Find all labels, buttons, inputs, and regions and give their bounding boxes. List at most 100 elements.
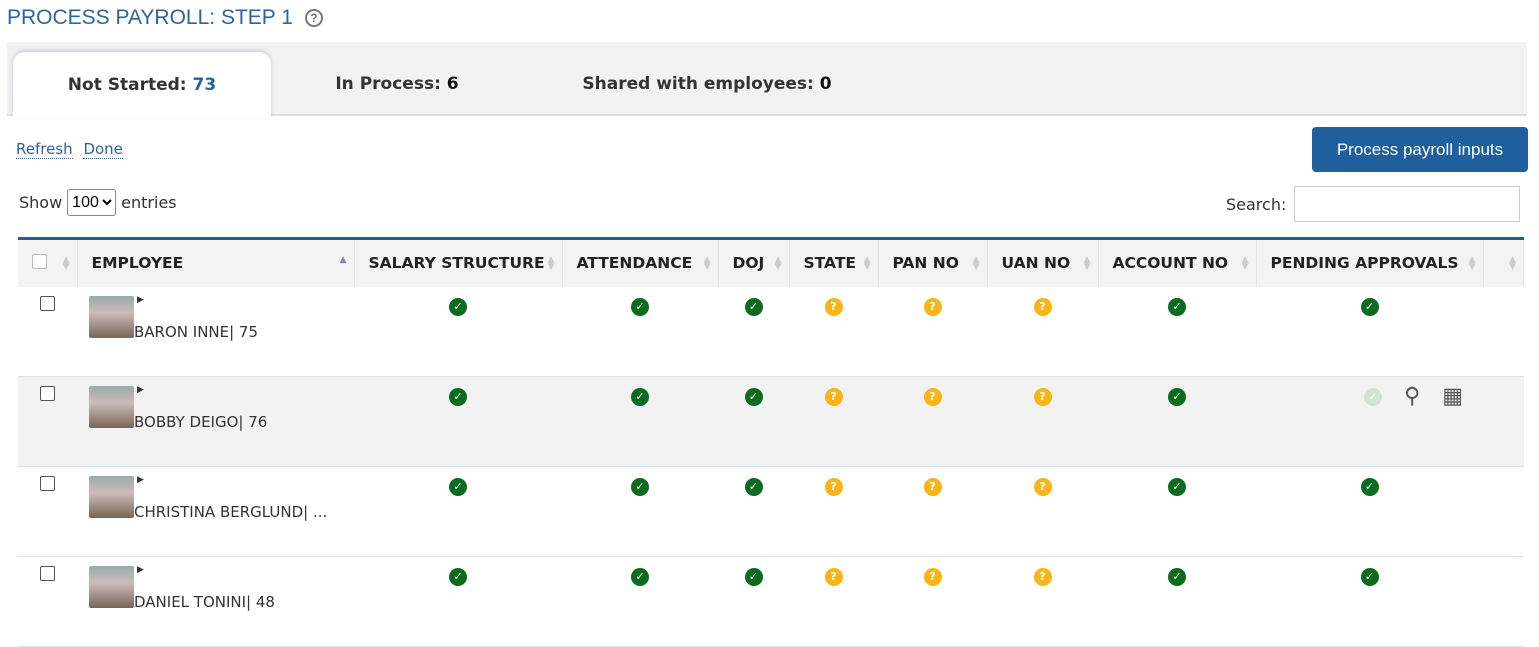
account-no-cell: ✓ [1098,286,1256,377]
caret-right-icon[interactable]: ▶ [137,565,144,575]
employee-name[interactable]: CHRISTINA BERGLUND| ... [134,503,327,521]
question-circle-icon: ? [1033,478,1052,496]
pan-no-cell: ? [878,556,987,647]
process-payroll-inputs-button[interactable]: Process payroll inputs [1312,127,1528,172]
question-circle-icon: ? [824,478,843,496]
col-label: PENDING APPROVALS [1270,254,1459,273]
calendar-icon[interactable]: ▦ [1442,384,1463,409]
check-circle-icon: ✓ [1168,568,1186,586]
check-circle-icon: ✓ [449,478,467,496]
col-doj[interactable]: DOJ ▲ ▼ [718,238,790,287]
employee-cell: ▶ CHRISTINA BERGLUND| ... [77,466,354,557]
col-label: UAN NO [1001,254,1071,273]
check-circle-icon: ✓ [1360,568,1379,586]
row-checkbox[interactable] [40,295,55,311]
pending-approvals-cell: ✓ ⚲ ▦ [1256,376,1483,467]
done-link[interactable]: Done [83,140,123,159]
col-state[interactable]: STATE ▲ ▼ [789,238,879,287]
employee-name[interactable]: BARON INNE| 75 [134,323,258,341]
page-title: PROCESS PAYROLL: STEP 1? [7,6,323,30]
uan-no-cell: ? [987,556,1098,647]
salary-structure-cell: ✓ [354,376,562,467]
page-title-text: PROCESS PAYROLL: STEP 1 [7,6,293,29]
sort-icon[interactable]: ▲ ▼ [1084,256,1091,272]
col-attendance[interactable]: ATTENDANCE ▲ ▼ [562,238,719,287]
select-all-header[interactable]: ▲ ▼ [18,238,78,287]
question-circle-icon: ? [824,297,843,316]
table-row[interactable]: ▶ BARON INNE| 75 ✓ ✓ ✓??? ✓ ✓ [18,286,1524,377]
sort-icon[interactable]: ▲ ▼ [63,256,70,272]
table-row[interactable]: ▶ CHRISTINA BERGLUND| ... ✓ ✓ ✓??? ✓ ✓ [18,466,1524,557]
col-salary-structure[interactable]: SALARY STRUCTURE ▲ ▼ [354,238,563,287]
sort-asc-icon[interactable]: ▲ [340,256,347,265]
select-all-checkbox[interactable] [32,253,47,269]
employee-name[interactable]: DANIEL TONINI| 48 [134,593,275,611]
row-select-cell [18,556,77,647]
col-employee[interactable]: EMPLOYEE ▲ [77,238,355,287]
sort-icon[interactable]: ▲ ▼ [548,256,555,272]
check-circle-icon: ✓ [1364,388,1383,406]
col-pan-no[interactable]: PAN NO ▲ ▼ [878,238,988,287]
check-circle-icon: ✓ [744,388,763,406]
tab-label: In Process: [335,74,441,94]
sort-icon[interactable]: ▲ ▼ [1469,256,1476,272]
caret-right-icon[interactable]: ▶ [137,295,144,305]
check-circle-icon: ✓ [1168,478,1186,496]
col-label: ATTENDANCE [576,254,693,273]
col-actions[interactable]: ▲ ▼ [1483,238,1524,287]
col-label: DOJ [732,254,765,273]
check-circle-icon: ✓ [1168,297,1186,316]
caret-right-icon[interactable]: ▶ [137,385,144,395]
col-pending-approvals[interactable]: PENDING APPROVALS ▲ ▼ [1256,238,1484,287]
tab-count: 6 [446,74,459,94]
question-circle-icon: ? [1033,568,1052,586]
doj-cell: ✓ [718,466,789,557]
table-row[interactable]: ▶ DANIEL TONINI| 48 ✓ ✓ ✓??? ✓ ✓ [18,556,1524,647]
row-checkbox[interactable] [40,476,55,491]
sort-icon[interactable]: ▲ ▼ [864,256,871,272]
tab-shared[interactable]: Shared with employees: 0 [537,52,877,116]
uan-no-cell: ? [987,376,1098,467]
status-tabs: Not Started: 73 In Process: 6 Shared wit… [7,42,1527,118]
sort-icon[interactable]: ▲ ▼ [973,256,980,272]
avatar [89,476,134,518]
caret-right-icon[interactable]: ▶ [137,475,144,485]
actions-cell [1483,286,1524,377]
check-circle-icon: ✓ [631,478,649,496]
check-circle-icon: ✓ [631,297,649,316]
entries-select[interactable]: 100 [67,189,117,216]
employee-table: ▲ ▼ EMPLOYEE ▲ SALARY STRUCTURE ▲ ▼ ATTENDAN… [18,237,1524,647]
check-circle-icon: ✓ [449,297,467,316]
avatar [89,386,134,428]
employee-name[interactable]: BOBBY DEIGO| 76 [134,413,267,431]
account-no-cell: ✓ [1098,376,1256,467]
sort-icon[interactable]: ▲ ▼ [1242,256,1249,272]
doj-cell: ✓ [718,556,789,647]
tab-not-started[interactable]: Not Started: 73 [13,52,271,118]
check-circle-icon: ✓ [449,568,467,586]
pending-approvals-cell: ✓ [1256,286,1483,377]
binoculars-icon[interactable]: ⚲ [1404,384,1420,409]
tab-count: 0 [819,74,832,94]
row-checkbox[interactable] [40,386,55,401]
tab-in-process[interactable]: In Process: 6 [287,52,507,116]
employee-cell: ▶ BARON INNE| 75 [77,286,354,377]
help-icon[interactable]: ? [304,9,323,27]
row-checkbox[interactable] [40,566,55,581]
doj-cell: ✓ [718,376,789,467]
sort-icon[interactable]: ▲ ▼ [704,256,711,272]
refresh-link[interactable]: Refresh [16,140,73,159]
entries-label: entries [121,193,177,212]
check-circle-icon: ✓ [449,388,467,406]
col-uan-no[interactable]: UAN NO ▲ ▼ [987,238,1099,287]
sort-icon[interactable]: ▲ ▼ [775,256,782,272]
tab-label: Shared with employees: [582,74,814,94]
doj-cell: ✓ [718,286,789,377]
check-circle-icon: ✓ [744,568,763,586]
salary-structure-cell: ✓ [354,556,562,647]
sort-icon[interactable]: ▲ ▼ [1509,256,1516,272]
col-account-no[interactable]: ACCOUNT NO ▲ ▼ [1098,238,1257,287]
check-circle-icon: ✓ [631,568,649,586]
search-input[interactable] [1294,186,1521,222]
table-row[interactable]: ▶ BOBBY DEIGO| 76 ✓ ✓ ✓??? ✓ ✓ ⚲ ▦ [18,376,1524,467]
